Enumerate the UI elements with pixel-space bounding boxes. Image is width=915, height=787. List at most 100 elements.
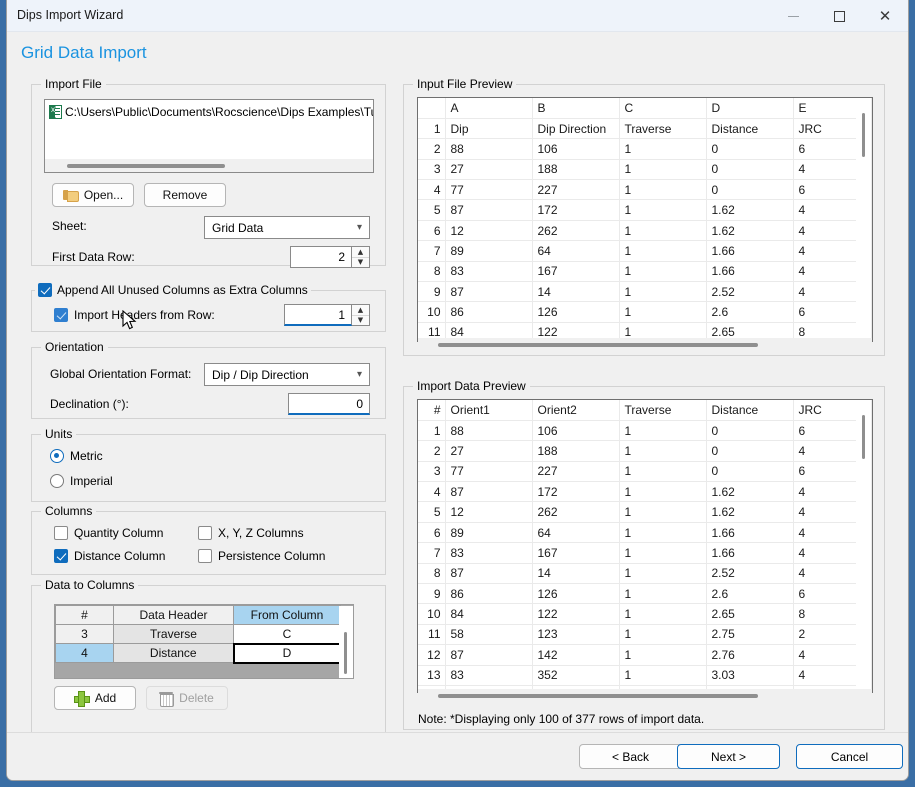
checkbox-xyz-columns[interactable]: X, Y, Z Columns bbox=[198, 526, 304, 540]
cell-orient2[interactable]: 14 bbox=[532, 563, 620, 585]
cell-distance[interactable]: 0 bbox=[706, 461, 794, 483]
cell-distance[interactable]: 0 bbox=[706, 420, 794, 442]
cell-distance[interactable]: 2.65 bbox=[706, 603, 794, 625]
cell-distance[interactable]: 2.75 bbox=[706, 624, 794, 646]
cell-b[interactable]: 167 bbox=[532, 261, 620, 283]
cell-orient2[interactable]: 64 bbox=[532, 522, 620, 544]
col-head-b[interactable]: B bbox=[532, 98, 620, 119]
cell-orient1[interactable]: 58 bbox=[445, 624, 533, 646]
table-row[interactable]: 6 89 64 1 1.66 4 bbox=[418, 522, 872, 544]
cell-orient2[interactable]: 126 bbox=[532, 583, 620, 605]
cell-orient1[interactable]: 84 bbox=[445, 603, 533, 625]
remove-button[interactable]: Remove bbox=[144, 183, 226, 207]
cell-d[interactable]: 0 bbox=[706, 179, 794, 201]
open-button[interactable]: Open... bbox=[52, 183, 134, 207]
col-head-a[interactable]: A bbox=[445, 98, 533, 119]
cancel-button[interactable]: Cancel bbox=[796, 744, 903, 769]
cell-traverse[interactable]: 1 bbox=[619, 603, 707, 625]
cell-orient1[interactable]: 89 bbox=[445, 522, 533, 544]
data-to-columns-vscroll-thumb[interactable] bbox=[344, 632, 347, 674]
cell-b[interactable]: 172 bbox=[532, 199, 620, 221]
cell-traverse[interactable]: 1 bbox=[619, 440, 707, 462]
cell-distance[interactable]: 0 bbox=[706, 440, 794, 462]
cell-traverse[interactable]: 1 bbox=[619, 522, 707, 544]
cell-distance[interactable]: 2.6 bbox=[706, 583, 794, 605]
file-path-hscroll-thumb[interactable] bbox=[67, 164, 225, 168]
cell-orient1[interactable]: 83 bbox=[445, 542, 533, 564]
table-row[interactable]: 3 Traverse C bbox=[55, 624, 341, 644]
cell-a[interactable]: 86 bbox=[445, 301, 533, 323]
cell-orient2[interactable]: 122 bbox=[532, 603, 620, 625]
units-option-imperial[interactable]: Imperial bbox=[50, 474, 113, 488]
table-row[interactable]: 1 88 106 1 0 6 bbox=[418, 420, 872, 442]
cell-orient2[interactable]: 123 bbox=[532, 624, 620, 646]
cell-c[interactable]: 1 bbox=[619, 281, 707, 303]
cell-orient2[interactable]: 188 bbox=[532, 440, 620, 462]
table-row[interactable]: 2 27 188 1 0 4 bbox=[418, 440, 872, 462]
row-from-column[interactable]: D bbox=[232, 642, 342, 664]
cell-orient1[interactable]: 87 bbox=[445, 563, 533, 585]
cell-a[interactable]: 27 bbox=[445, 159, 533, 181]
import-headers-input[interactable]: 1 bbox=[284, 304, 352, 326]
col-header-num[interactable]: # bbox=[55, 605, 114, 625]
input-file-preview-box[interactable]: A B C D E 1 Dip Dip Direction Traverse Dista… bbox=[417, 97, 873, 342]
import-headers-stepper[interactable]: 1 ▲ ▼ bbox=[284, 304, 370, 326]
input-file-preview-vscroll-thumb[interactable] bbox=[862, 113, 865, 157]
first-data-row-input[interactable]: 2 bbox=[290, 246, 352, 268]
table-row[interactable]: 9 86 126 1 2.6 6 bbox=[418, 583, 872, 605]
cell-d[interactable]: 2.52 bbox=[706, 281, 794, 303]
col-head-c[interactable]: C bbox=[619, 98, 707, 119]
cell-a[interactable]: 12 bbox=[445, 220, 533, 242]
import-headers-spin[interactable]: ▲ ▼ bbox=[352, 304, 370, 326]
table-row[interactable]: 9 87 14 1 2.52 4 bbox=[418, 281, 872, 303]
first-data-row-stepper[interactable]: 2 ▲ ▼ bbox=[290, 246, 370, 268]
table-row[interactable]: 13 83 352 1 3.03 4 bbox=[418, 665, 872, 686]
table-row[interactable]: 5 12 262 1 1.62 4 bbox=[418, 501, 872, 523]
col-header-data-header[interactable]: Data Header bbox=[113, 605, 234, 625]
quantity-column-checkbox[interactable] bbox=[54, 526, 68, 540]
input-file-preview-vscrollbar[interactable] bbox=[856, 99, 871, 340]
cell-a[interactable]: 89 bbox=[445, 240, 533, 262]
cell-c[interactable]: 1 bbox=[619, 179, 707, 201]
orientation-format-select[interactable]: Dip / Dip Direction ▾ bbox=[204, 363, 370, 386]
cell-b[interactable]: 227 bbox=[532, 179, 620, 201]
xyz-columns-checkbox[interactable] bbox=[198, 526, 212, 540]
cell-c[interactable]: 1 bbox=[619, 159, 707, 181]
cell-a[interactable]: 87 bbox=[445, 199, 533, 221]
cell-orient2[interactable]: 172 bbox=[532, 481, 620, 503]
cell-b[interactable]: 14 bbox=[532, 281, 620, 303]
cell-distance[interactable]: 2.52 bbox=[706, 563, 794, 585]
cell-distance[interactable]: 1.66 bbox=[706, 522, 794, 544]
cell-d[interactable]: 0 bbox=[706, 159, 794, 181]
import-headers-checkbox[interactable] bbox=[54, 308, 68, 322]
col-head-distance[interactable]: Distance bbox=[706, 400, 794, 421]
cell-traverse[interactable]: 1 bbox=[619, 542, 707, 564]
cell-orient2[interactable]: 106 bbox=[532, 420, 620, 442]
cell-orient2[interactable]: 167 bbox=[532, 542, 620, 564]
table-row[interactable]: 1 Dip Dip Direction Traverse Distance JRC bbox=[418, 118, 872, 140]
back-button[interactable]: < Back bbox=[579, 744, 682, 769]
table-row[interactable]: 4 Distance D bbox=[55, 642, 342, 664]
cell-orient2[interactable]: 262 bbox=[532, 501, 620, 523]
cell-traverse[interactable]: 1 bbox=[619, 665, 707, 686]
table-row[interactable]: 4 87 172 1 1.62 4 bbox=[418, 481, 872, 503]
cell-distance[interactable]: 1.62 bbox=[706, 501, 794, 523]
cell-orient1[interactable]: 83 bbox=[445, 665, 533, 686]
table-row[interactable]: 3 77 227 1 0 6 bbox=[418, 461, 872, 483]
cell-traverse[interactable]: 1 bbox=[619, 563, 707, 585]
table-row[interactable]: 5 87 172 1 1.62 4 bbox=[418, 199, 872, 221]
file-path-box[interactable]: C:\Users\Public\Documents\Rocscience\Dip… bbox=[44, 99, 374, 173]
import-data-preview-vscroll-thumb[interactable] bbox=[862, 415, 865, 459]
cell-d[interactable]: 1.66 bbox=[706, 261, 794, 283]
cell-distance[interactable]: 1.66 bbox=[706, 542, 794, 564]
cell-d[interactable]: 1.66 bbox=[706, 240, 794, 262]
cell-d[interactable]: 1.62 bbox=[706, 220, 794, 242]
row-from-column[interactable]: C bbox=[233, 624, 341, 644]
distance-column-checkbox[interactable] bbox=[54, 549, 68, 563]
table-row[interactable]: 3 27 188 1 0 4 bbox=[418, 159, 872, 181]
spin-up-icon[interactable]: ▲ bbox=[352, 247, 369, 258]
persistence-column-checkbox[interactable] bbox=[198, 549, 212, 563]
cell-orient1[interactable]: 87 bbox=[445, 644, 533, 666]
table-row[interactable]: 10 84 122 1 2.65 8 bbox=[418, 603, 872, 625]
cell-traverse[interactable]: 1 bbox=[619, 624, 707, 646]
